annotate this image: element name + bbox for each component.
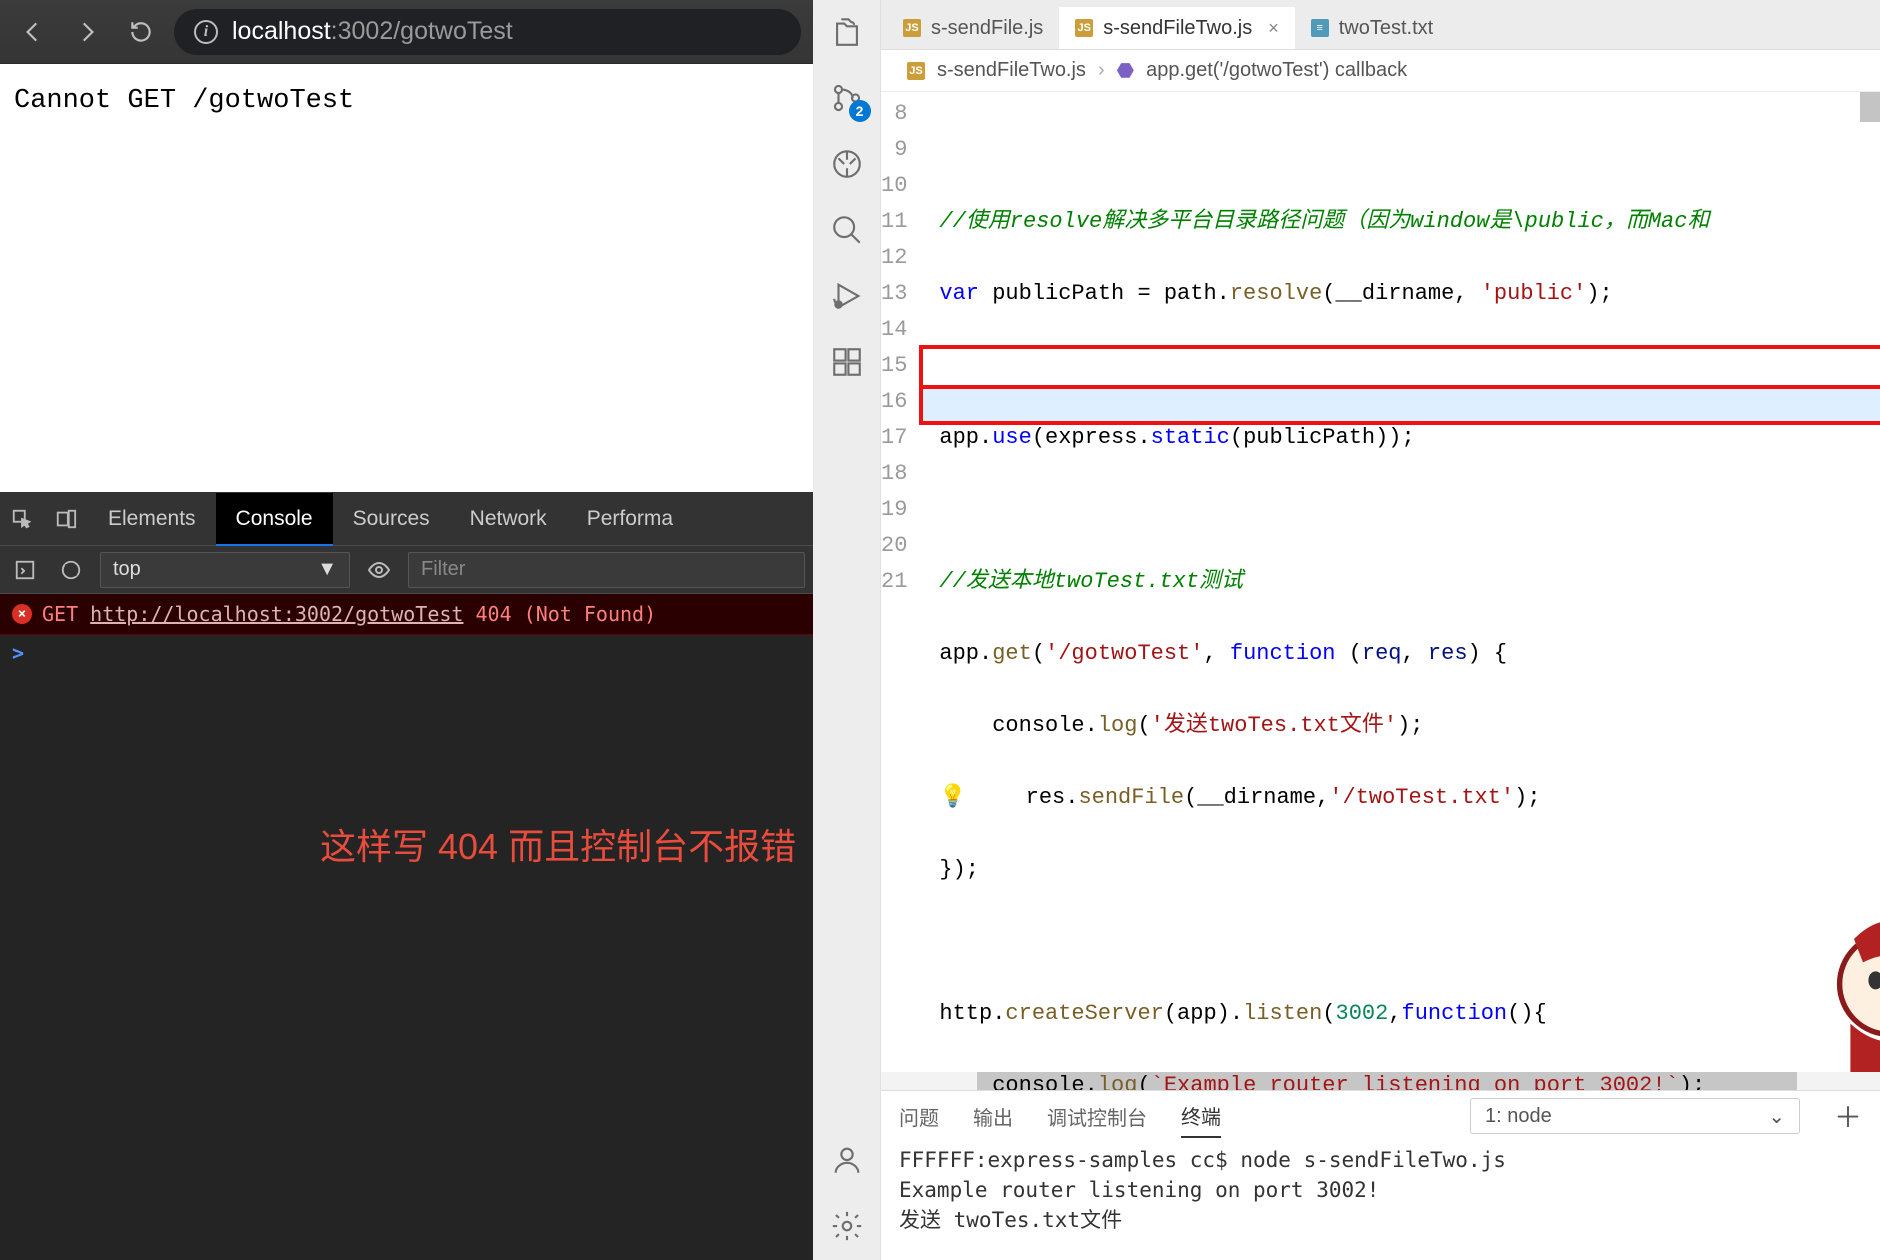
explorer-icon[interactable] <box>827 12 867 52</box>
error-text: GET http://localhost:3002/gotwoTest 404 … <box>42 602 656 626</box>
scm-badge: 2 <box>849 100 871 122</box>
activity-bar: 2 <box>813 0 881 1260</box>
new-terminal-button[interactable]: ＋ <box>1834 1096 1862 1136</box>
settings-gear-icon[interactable] <box>827 1206 867 1246</box>
live-expression-icon[interactable] <box>362 558 396 582</box>
tab-sources[interactable]: Sources <box>333 492 450 545</box>
back-button[interactable] <box>12 11 54 53</box>
console-body: × GET http://localhost:3002/gotwoTest 40… <box>0 594 813 1260</box>
terminal-select[interactable]: 1: node ⌄ <box>1470 1098 1800 1134</box>
chevron-right-icon: › <box>1098 59 1105 82</box>
tab-elements[interactable]: Elements <box>88 492 216 545</box>
terminal-tabs: 问题 输出 调试控制台 终端 1: node ⌄ ＋ <box>881 1091 1880 1141</box>
tab-label: s-sendFileTwo.js <box>1103 17 1252 40</box>
file-icon: ≡ <box>1311 19 1329 37</box>
editor-tabs: JS s-sendFile.js JS s-sendFileTwo.js × ≡… <box>881 0 1880 50</box>
tab-problems[interactable]: 问题 <box>899 1096 939 1137</box>
forward-button[interactable] <box>66 11 108 53</box>
reload-button[interactable] <box>120 11 162 53</box>
symbol-icon: ⬣ <box>1117 58 1134 83</box>
console-sidebar-toggle-icon[interactable] <box>8 553 42 587</box>
editor-pane: 2 JS s-sendFile.js <box>813 0 1880 1260</box>
tab-label: s-sendFile.js <box>931 17 1043 40</box>
close-icon[interactable]: × <box>1262 18 1279 39</box>
tab-console[interactable]: Console <box>216 493 333 546</box>
tab-output[interactable]: 输出 <box>973 1096 1013 1137</box>
account-icon[interactable] <box>827 1140 867 1180</box>
search-icon[interactable] <box>827 210 867 250</box>
breadcrumb-file: s-sendFileTwo.js <box>937 59 1086 82</box>
clear-console-icon[interactable] <box>54 553 88 587</box>
editor-tab-twotest[interactable]: ≡ twoTest.txt <box>1295 7 1449 49</box>
tab-debug-console[interactable]: 调试控制台 <box>1047 1096 1147 1137</box>
context-select[interactable]: top ▼ <box>100 552 350 588</box>
device-toolbar-icon[interactable] <box>44 492 88 545</box>
devtools-tabs: Elements Console Sources Network Perform… <box>0 492 813 546</box>
tab-label: twoTest.txt <box>1339 17 1433 40</box>
annotation-text: 这样写 404 而且控制台不报错 <box>320 818 796 870</box>
breadcrumb[interactable]: JS s-sendFileTwo.js › ⬣ app.get('/gotwoT… <box>881 50 1880 92</box>
inspect-element-icon[interactable] <box>0 492 44 545</box>
browser-pane: i localhost:3002/gotwoTest Cannot GET /g… <box>0 0 813 1260</box>
terminal-panel: 问题 输出 调试控制台 终端 1: node ⌄ ＋ FFFFFF:expres… <box>881 1090 1880 1260</box>
extensions-icon[interactable] <box>827 342 867 382</box>
tab-terminal[interactable]: 终端 <box>1181 1095 1221 1138</box>
devtools-subbar: top ▼ Filter <box>0 546 813 594</box>
page-content: Cannot GET /gotwoTest <box>0 64 813 492</box>
code-lines[interactable]: //使用resolve解决多平台目录路径问题（因为window是\public，… <box>933 92 1880 1090</box>
minimap-scrollbar[interactable] <box>1860 92 1880 122</box>
breadcrumb-symbol: app.get('/gotwoTest') callback <box>1146 59 1407 82</box>
editor-tab-sendfiletwo[interactable]: JS s-sendFileTwo.js × <box>1059 7 1294 49</box>
file-icon: JS <box>907 62 925 80</box>
code-area[interactable]: 8910 111213 141516 171819 2021 //使用resol… <box>881 92 1880 1090</box>
highlight-box <box>919 385 1880 425</box>
terminal-select-value: 1: node <box>1485 1105 1552 1128</box>
address-bar[interactable]: i localhost:3002/gotwoTest <box>174 9 801 55</box>
git-branch-icon[interactable] <box>827 144 867 184</box>
file-icon: JS <box>1075 19 1093 37</box>
tab-performance[interactable]: Performa <box>567 492 693 545</box>
debug-icon[interactable] <box>827 276 867 316</box>
editor-tab-sendfile[interactable]: JS s-sendFile.js <box>887 7 1059 49</box>
gutter: 8910 111213 141516 171819 2021 <box>881 92 933 1090</box>
tab-network[interactable]: Network <box>450 492 567 545</box>
devtools-panel: Elements Console Sources Network Perform… <box>0 492 813 1260</box>
console-prompt[interactable]: > <box>0 635 813 671</box>
filter-input[interactable]: Filter <box>408 552 805 588</box>
terminal-body[interactable]: FFFFFF:express-samples cc$ node s-sendFi… <box>881 1141 1880 1260</box>
source-control-icon[interactable]: 2 <box>827 78 867 118</box>
file-icon: JS <box>903 19 921 37</box>
lightbulb-icon[interactable]: 💡 <box>939 785 966 810</box>
context-value: top <box>113 558 141 581</box>
browser-toolbar: i localhost:3002/gotwoTest <box>0 0 813 64</box>
filter-placeholder: Filter <box>421 558 465 581</box>
error-badge-icon: × <box>12 604 32 624</box>
chevron-down-icon: ▼ <box>317 558 337 581</box>
chevron-down-icon: ⌄ <box>1768 1104 1785 1129</box>
console-error-row[interactable]: × GET http://localhost:3002/gotwoTest 40… <box>0 594 813 635</box>
site-info-icon[interactable]: i <box>194 20 218 44</box>
url-text: localhost:3002/gotwoTest <box>232 17 513 46</box>
editor-main: JS s-sendFile.js JS s-sendFileTwo.js × ≡… <box>881 0 1880 1260</box>
